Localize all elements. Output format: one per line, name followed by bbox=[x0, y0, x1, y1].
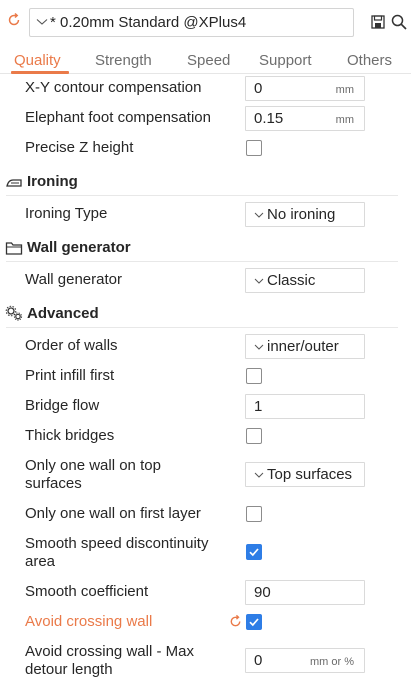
tab-support[interactable]: Support bbox=[259, 52, 312, 69]
one-wall-first-label: Only one wall on first layer bbox=[25, 505, 201, 522]
chevron-down-icon bbox=[254, 344, 264, 350]
search-icon[interactable] bbox=[391, 14, 407, 30]
section-divider bbox=[6, 195, 398, 196]
smooth-speed-label-line2: area bbox=[25, 553, 56, 570]
tab-bar: Quality Strength Speed Support Others bbox=[0, 44, 411, 74]
one-wall-top-select[interactable]: Top surfaces bbox=[245, 462, 365, 487]
save-icon[interactable] bbox=[371, 15, 385, 29]
preset-name: * 0.20mm Standard @XPlus4 bbox=[50, 14, 247, 31]
elephant-foot-value: 0.15 bbox=[254, 110, 284, 127]
smooth-coefficient-label: Smooth coefficient bbox=[25, 583, 149, 600]
elephant-foot-unit: mm bbox=[335, 114, 354, 126]
active-tab-indicator bbox=[11, 71, 69, 74]
ironing-type-select[interactable]: No ironing bbox=[245, 202, 365, 227]
section-divider bbox=[6, 327, 398, 328]
xy-contour-value: 0 bbox=[254, 80, 263, 97]
xy-contour-unit: mm bbox=[335, 84, 354, 96]
one-wall-top-label-line2: surfaces bbox=[25, 475, 82, 492]
smooth-speed-label-line1: Smooth speed discontinuity bbox=[25, 535, 209, 552]
smooth-coefficient-value: 90 bbox=[254, 584, 271, 601]
print-infill-first-checkbox[interactable] bbox=[246, 368, 262, 384]
avoid-crossing-max-label-line1: Avoid crossing wall - Max bbox=[25, 643, 194, 660]
wall-generator-value: Classic bbox=[267, 272, 316, 289]
iron-icon bbox=[6, 179, 22, 187]
one-wall-top-value: Top surfaces bbox=[267, 466, 353, 483]
avoid-crossing-max-unit: mm or % bbox=[310, 656, 354, 668]
order-of-walls-label: Order of walls bbox=[25, 337, 118, 354]
reset-icon[interactable] bbox=[6, 12, 22, 28]
smooth-coefficient-input[interactable]: 90 bbox=[245, 580, 365, 605]
section-title-wall-generator: Wall generator bbox=[27, 239, 131, 256]
ironing-type-label: Ironing Type bbox=[25, 205, 108, 222]
preset-bar: * 0.20mm Standard @XPlus4 bbox=[0, 0, 411, 44]
order-of-walls-value: inner/outer bbox=[267, 338, 339, 355]
tab-speed[interactable]: Speed bbox=[187, 52, 230, 69]
xy-contour-input[interactable]: 0 mm bbox=[245, 76, 365, 101]
thick-bridges-checkbox[interactable] bbox=[246, 428, 262, 444]
elephant-foot-input[interactable]: 0.15 mm bbox=[245, 106, 365, 131]
avoid-crossing-checkbox[interactable] bbox=[246, 614, 262, 630]
chevron-down-icon bbox=[254, 472, 264, 478]
one-wall-first-checkbox[interactable] bbox=[246, 506, 262, 522]
chevron-down-icon bbox=[36, 19, 48, 25]
avoid-crossing-max-label-line2: detour length bbox=[25, 661, 113, 678]
ironing-type-value: No ironing bbox=[267, 206, 336, 223]
avoid-crossing-max-value: 0 bbox=[254, 652, 263, 669]
gears-icon bbox=[5, 305, 23, 321]
tab-strength[interactable]: Strength bbox=[95, 52, 152, 69]
precise-z-checkbox[interactable] bbox=[246, 140, 262, 156]
print-infill-first-label: Print infill first bbox=[25, 367, 115, 384]
reset-icon[interactable] bbox=[228, 614, 243, 629]
bridge-flow-input[interactable]: 1 bbox=[245, 394, 365, 419]
smooth-speed-checkbox[interactable] bbox=[246, 544, 262, 560]
wall-generator-label: Wall generator bbox=[25, 271, 122, 288]
check-icon bbox=[249, 618, 259, 627]
one-wall-top-label-line1: Only one wall on top bbox=[25, 457, 161, 474]
precise-z-label: Precise Z height bbox=[25, 139, 134, 156]
check-icon bbox=[249, 548, 259, 557]
bridge-flow-value: 1 bbox=[254, 398, 263, 415]
wall-generator-select[interactable]: Classic bbox=[245, 268, 365, 293]
folder-icon bbox=[5, 242, 23, 255]
bridge-flow-label: Bridge flow bbox=[25, 397, 100, 414]
section-divider bbox=[6, 261, 398, 262]
order-of-walls-select[interactable]: inner/outer bbox=[245, 334, 365, 359]
section-title-ironing: Ironing bbox=[27, 173, 78, 190]
chevron-down-icon bbox=[254, 278, 264, 284]
tab-others[interactable]: Others bbox=[347, 52, 392, 69]
xy-contour-label: X-Y contour compensation bbox=[25, 79, 202, 96]
chevron-down-icon bbox=[254, 212, 264, 218]
avoid-crossing-max-input[interactable]: 0 mm or % bbox=[245, 648, 365, 673]
elephant-foot-label: Elephant foot compensation bbox=[25, 109, 211, 126]
thick-bridges-label: Thick bridges bbox=[25, 427, 115, 444]
preset-dropdown[interactable]: * 0.20mm Standard @XPlus4 bbox=[29, 8, 354, 37]
tab-quality[interactable]: Quality bbox=[14, 52, 61, 69]
section-title-advanced: Advanced bbox=[27, 305, 99, 322]
avoid-crossing-label: Avoid crossing wall bbox=[25, 613, 153, 630]
